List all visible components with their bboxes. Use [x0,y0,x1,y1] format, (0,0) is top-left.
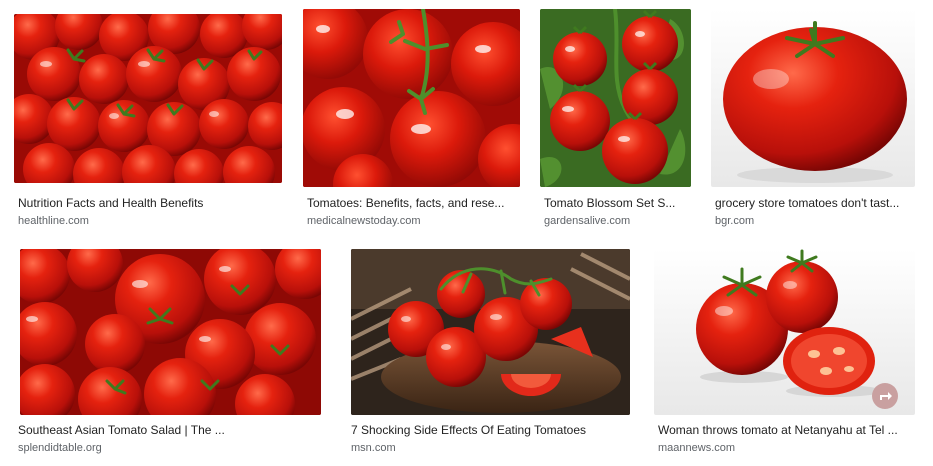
result-source-6[interactable]: msn.com [351,442,396,454]
tomato-stack-image [20,249,321,415]
tomato-pile-image [14,14,282,183]
result-source-3[interactable]: gardensalive.com [544,215,630,227]
result-thumbnail-4[interactable] [711,9,915,187]
result-title-7[interactable]: Woman throws tomato at Netanyahu at Tel … [658,423,918,437]
tomato-plant-image [540,9,691,187]
result-thumbnail-6[interactable] [351,249,630,415]
result-thumbnail-3[interactable] [540,9,691,187]
share-glyph-icon [880,392,892,400]
result-title-5[interactable]: Southeast Asian Tomato Salad | The ... [18,423,318,437]
result-thumbnail-5[interactable] [20,249,321,415]
single-tomato-image [711,9,915,187]
result-thumbnail-7[interactable] [654,249,915,415]
result-title-6[interactable]: 7 Shocking Side Effects Of Eating Tomato… [351,423,631,437]
result-title-3[interactable]: Tomato Blossom Set S... [544,196,694,210]
result-title-2[interactable]: Tomatoes: Benefits, facts, and rese... [307,196,522,210]
tomatoes-on-board-image [351,249,630,415]
tomato-vine-closeup-image [303,9,520,187]
result-title-1[interactable]: Nutrition Facts and Health Benefits [18,196,282,210]
result-thumbnail-1[interactable] [14,14,282,183]
result-source-2[interactable]: medicalnewstoday.com [307,215,421,227]
result-thumbnail-2[interactable] [303,9,520,187]
result-source-7[interactable]: maannews.com [658,442,735,454]
result-source-4[interactable]: bgr.com [715,215,754,227]
result-source-5[interactable]: splendidtable.org [18,442,102,454]
share-icon[interactable] [872,383,898,409]
result-source-1[interactable]: healthline.com [18,215,89,227]
result-title-4[interactable]: grocery store tomatoes don't tast... [715,196,915,210]
